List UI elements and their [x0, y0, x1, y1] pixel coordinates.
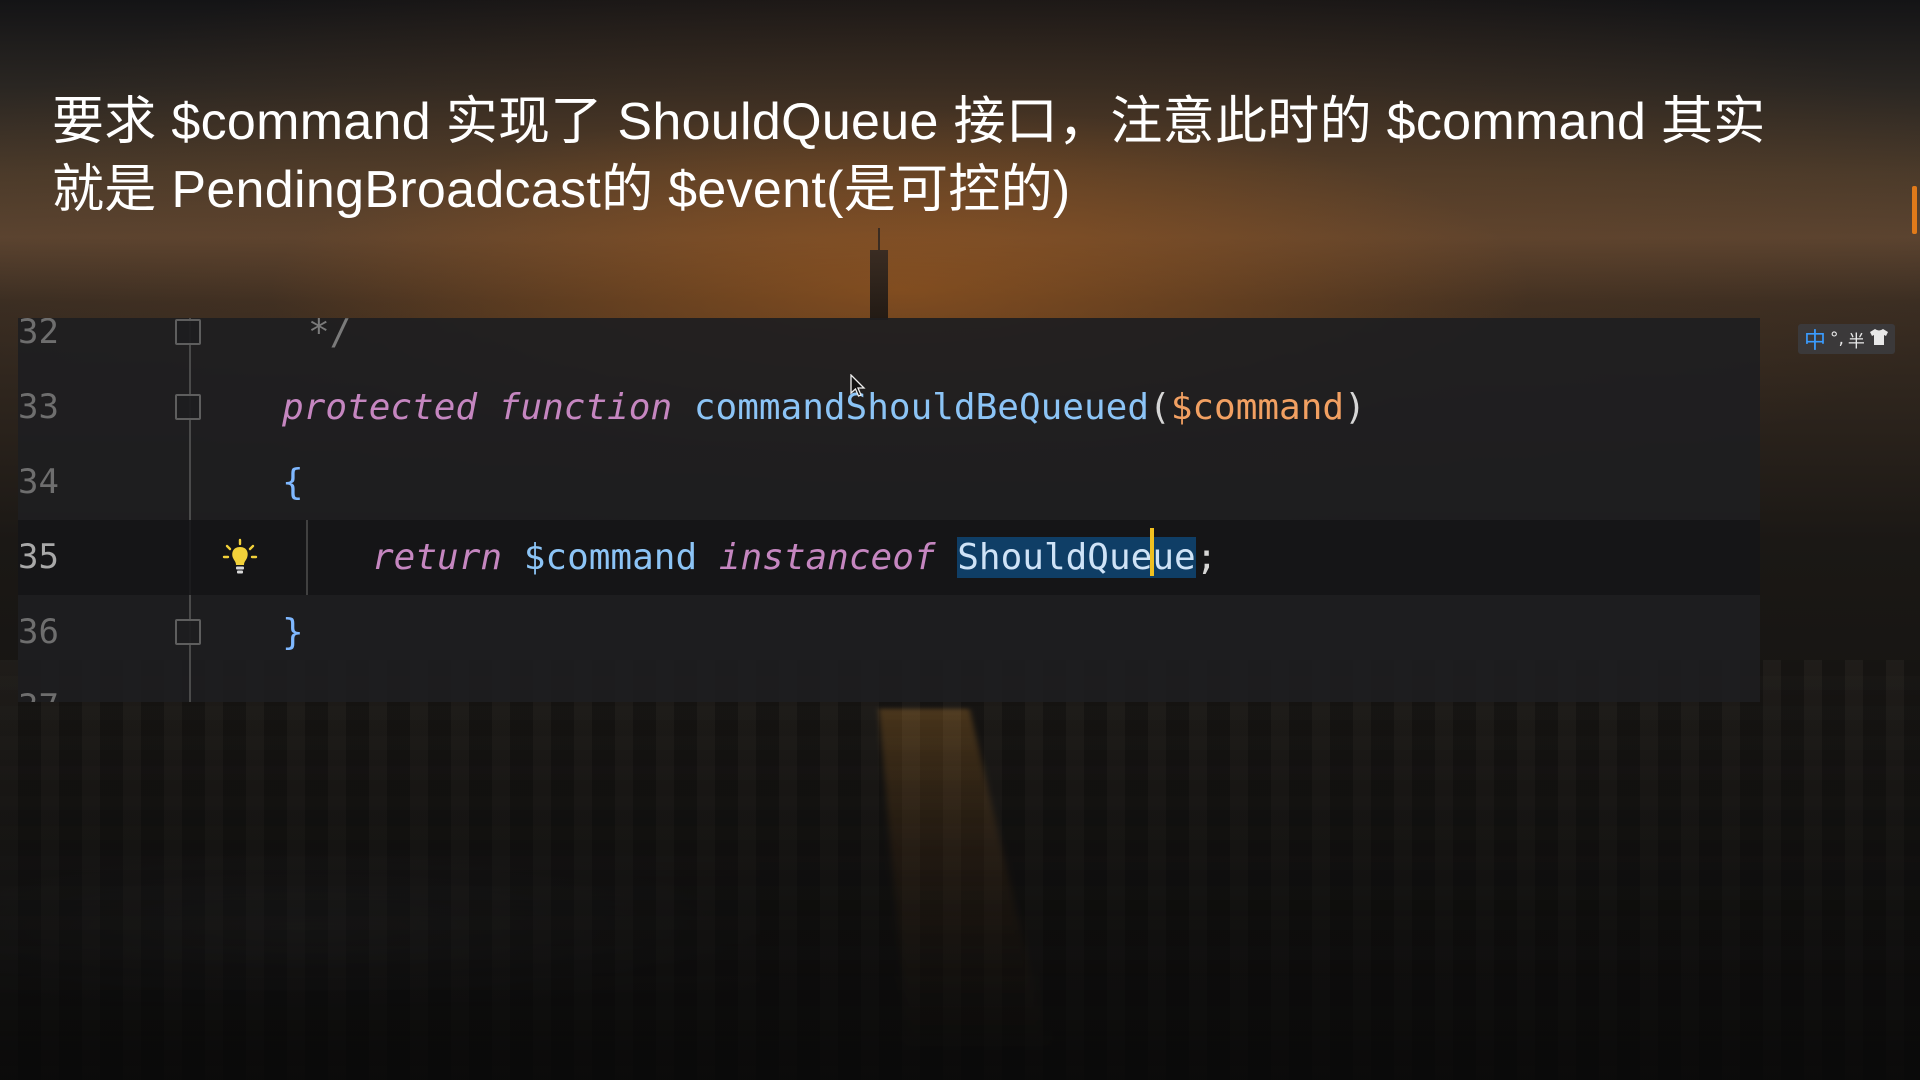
- close-paren: ): [1344, 387, 1366, 428]
- slide-headline: 要求 $command 实现了 ShouldQueue 接口，注意此时的 $co…: [52, 88, 1872, 224]
- code-line[interactable]: 32 */: [18, 318, 1760, 370]
- line-number: 37: [18, 670, 88, 702]
- keyword-function: function: [498, 387, 673, 428]
- code-line[interactable]: 37: [18, 670, 1760, 702]
- code-line[interactable]: 34 {: [18, 445, 1760, 520]
- line-number: 32: [18, 318, 59, 352]
- keyword-instanceof: instanceof: [718, 537, 936, 578]
- fold-end-marker[interactable]: [175, 319, 201, 345]
- line-number: 36: [18, 612, 59, 652]
- fold-start-marker[interactable]: [175, 394, 201, 420]
- open-paren: (: [1149, 387, 1171, 428]
- lightbulb-icon[interactable]: [222, 538, 258, 578]
- shirt-icon[interactable]: [1869, 328, 1889, 351]
- scroll-indicator[interactable]: [1912, 186, 1917, 234]
- code-line-current[interactable]: 35 return $command instanceof ShouldQueu…: [18, 520, 1760, 595]
- line-number: 33: [18, 387, 59, 427]
- indent-guide: [306, 520, 308, 595]
- variable-command: $command: [523, 537, 698, 578]
- ime-status-bar[interactable]: 中 °, 半: [1798, 324, 1895, 354]
- background-city: [0, 660, 1920, 1080]
- background-tower: [870, 228, 888, 320]
- mouse-pointer-icon: [850, 373, 866, 398]
- return-statement: return $command instanceof ShouldQueue;: [372, 520, 1217, 595]
- parameter-command: $command: [1170, 387, 1345, 428]
- code-editor[interactable]: 32 */ 33 protected function commandShoul…: [18, 318, 1760, 702]
- ime-mode-toggle[interactable]: 中: [1804, 323, 1826, 355]
- selected-class-name[interactable]: ShouldQueue: [957, 528, 1196, 578]
- function-name: commandShouldBeQueued: [693, 387, 1149, 428]
- keyword-return: return: [372, 537, 503, 578]
- class-name-before-caret: ShouldQue: [957, 537, 1153, 578]
- open-brace: {: [282, 462, 304, 503]
- slide-stage: 要求 $command 实现了 ShouldQueue 接口，注意此时的 $co…: [0, 0, 1920, 1080]
- keyword-protected: protected: [282, 387, 478, 428]
- semicolon: ;: [1195, 537, 1218, 578]
- ime-punct-toggle[interactable]: °,: [1830, 329, 1844, 349]
- line-number: 34: [18, 462, 59, 502]
- comment-end: */: [308, 318, 352, 353]
- function-declaration: protected function commandShouldBeQueued…: [282, 370, 1366, 445]
- ime-width-toggle[interactable]: 半: [1848, 327, 1865, 352]
- close-brace: }: [282, 612, 304, 653]
- headline-line-1: 要求 $command 实现了 ShouldQueue 接口，注意此时的 $co…: [52, 93, 1766, 151]
- line-number: 35: [18, 537, 59, 577]
- class-name-after-caret: ue: [1152, 537, 1196, 578]
- fold-end-marker[interactable]: [175, 619, 201, 645]
- code-line[interactable]: 36 }: [18, 595, 1760, 670]
- code-line[interactable]: 33 protected function commandShouldBeQue…: [18, 370, 1760, 445]
- headline-line-2: 就是 PendingBroadcast的 $event(是可控的): [52, 161, 1071, 219]
- text-caret: [1150, 528, 1155, 576]
